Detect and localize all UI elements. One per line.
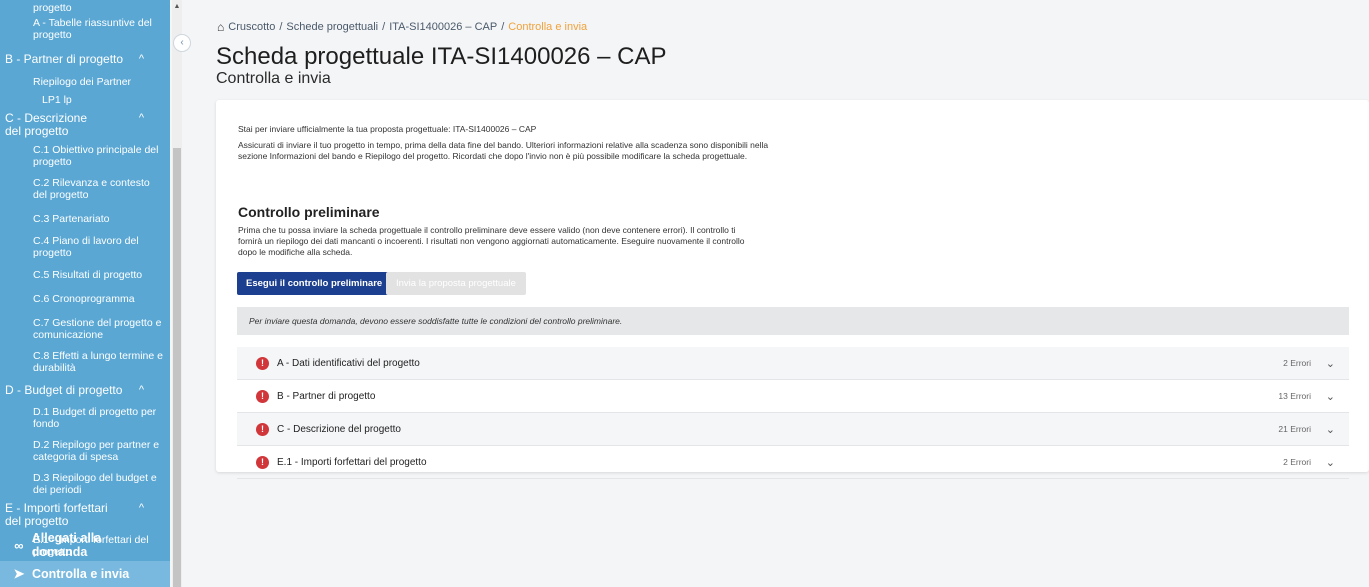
- accordion-item[interactable]: ! B - Partner di progetto 13 Errori ⌄: [237, 380, 1349, 413]
- sidebar-item-label: C.7 Gestione del progetto e comunicazion…: [33, 317, 162, 341]
- sidebar-item-label: C.1 Obiettivo principale del progetto: [33, 144, 159, 168]
- sidebar-item-label: A - Tabelle riassuntive del progetto: [33, 17, 152, 41]
- chevron-down-icon[interactable]: ⌄: [1326, 456, 1335, 469]
- breadcrumb: ⌂ Cruscotto / Schede progettuali / ITA-S…: [217, 20, 587, 34]
- sidebar-scrollbar[interactable]: ▲: [172, 0, 182, 587]
- accordion-title: E.1 - Importi forfettari del progetto: [277, 456, 427, 468]
- breadcrumb-home[interactable]: Cruscotto: [228, 21, 275, 33]
- sidebar-item[interactable]: LP1 lp: [0, 91, 170, 109]
- error-count: 2 Errori: [1283, 457, 1311, 467]
- chevron-left-icon[interactable]: ‹: [173, 34, 191, 52]
- chevron-up-icon[interactable]: ^: [139, 502, 164, 515]
- breadcrumb-scheda[interactable]: ITA-SI1400026 – CAP: [389, 21, 497, 33]
- error-icon: !: [256, 356, 269, 370]
- sidebar-item-label: C.3 Partenariato: [33, 213, 110, 225]
- sidebar-item-allegati[interactable]: ∞ Allegati alla domanda: [0, 531, 170, 559]
- sidebar-item-label: C.8 Effetti a lungo termine e durabilità: [33, 350, 163, 374]
- sidebar-section-label: D - Budget di progetto: [5, 383, 123, 397]
- sidebar-item-label: Riepilogo dei Partner: [33, 76, 132, 88]
- page-title: Scheda progettuale ITA-SI1400026 – CAP: [216, 43, 667, 70]
- page-subtitle: Controlla e invia: [216, 70, 331, 87]
- chevron-down-icon[interactable]: ⌄: [1326, 423, 1335, 436]
- deadline-info-text: Assicurati di inviare il tuo progetto in…: [238, 140, 769, 161]
- section-heading: Controllo preliminare: [238, 204, 380, 220]
- sidebar: progetto A - Tabelle riassuntive del pro…: [0, 0, 170, 587]
- error-count: 21 Errori: [1278, 424, 1311, 434]
- send-icon: ➤: [13, 566, 25, 581]
- chevron-up-icon[interactable]: ^: [139, 112, 164, 125]
- sidebar-section-label: B - Partner di progetto: [5, 52, 124, 66]
- accordion-title: A - Dati identificativi del progetto: [277, 357, 420, 369]
- sidebar-section-d[interactable]: D - Budget di progetto ^: [0, 381, 170, 400]
- sidebar-item-label: D.2 Riepilogo per partner e categoria di…: [33, 439, 160, 463]
- sidebar-section-label: C - Descrizione del progetto: [5, 111, 88, 138]
- breadcrumb-current: Controlla e invia: [508, 21, 588, 33]
- error-count: 2 Errori: [1283, 358, 1311, 368]
- sidebar-section-c[interactable]: C - Descrizione del progetto ^: [0, 109, 170, 141]
- sidebar-item[interactable]: C.2 Rilevanza e contesto del progetto: [0, 174, 170, 204]
- sidebar-item[interactable]: progetto: [0, 0, 170, 14]
- sidebar-item-label: C.2 Rilevanza e contesto del progetto: [33, 177, 150, 201]
- accordion-title: C - Descrizione del progetto: [277, 423, 401, 435]
- sidebar-item[interactable]: C.7 Gestione del progetto e comunicazion…: [0, 314, 170, 344]
- accordion-item[interactable]: ! E.1 - Importi forfettari del progetto …: [237, 446, 1349, 479]
- attachment-icon: ∞: [14, 537, 24, 553]
- accordion-item[interactable]: ! C - Descrizione del progetto 21 Errori…: [237, 413, 1349, 446]
- accordion-title: B - Partner di progetto: [277, 390, 376, 402]
- sidebar-item-label: C.4 Piano di lavoro del progetto: [33, 235, 139, 259]
- sidebar-item-label: D.1 Budget di progetto per fondo: [33, 406, 157, 430]
- sidebar-item-label: progetto: [33, 2, 72, 14]
- home-icon[interactable]: ⌂: [217, 20, 224, 34]
- sidebar-item-label: C.5 Risultati di progetto: [33, 269, 143, 281]
- sidebar-item[interactable]: C.6 Cronoprogramma: [0, 290, 170, 308]
- sidebar-item[interactable]: C.4 Piano di lavoro del progetto: [0, 232, 170, 262]
- sidebar-item-label: C.6 Cronoprogramma: [33, 293, 135, 305]
- sidebar-item[interactable]: C.8 Effetti a lungo termine e durabilità: [0, 347, 170, 377]
- app-root: progetto A - Tabelle riassuntive del pro…: [0, 0, 1369, 587]
- breadcrumb-separator: /: [501, 21, 505, 33]
- error-icon: !: [256, 455, 269, 469]
- sidebar-section-e[interactable]: E - Importi forfettari del progetto ^: [0, 499, 170, 531]
- sidebar-item-label: Allegati alla domanda: [31, 531, 102, 559]
- check-description: Prima che tu possa inviare la scheda pro…: [238, 225, 745, 257]
- sidebar-item-label: D.3 Riepilogo del budget e dei periodi: [33, 472, 157, 496]
- error-count: 13 Errori: [1278, 391, 1311, 401]
- error-icon: !: [256, 389, 269, 403]
- sidebar-item[interactable]: D.3 Riepilogo del budget e dei periodi: [0, 469, 170, 499]
- sidebar-item[interactable]: D.1 Budget di progetto per fondo: [0, 403, 170, 433]
- sidebar-item[interactable]: Riepilogo dei Partner: [0, 73, 170, 91]
- chevron-down-icon[interactable]: ⌄: [1326, 390, 1335, 403]
- sidebar-item-label: Controlla e invia: [32, 567, 130, 581]
- accordion-item[interactable]: ! A - Dati identificativi del progetto 2…: [237, 347, 1349, 380]
- sidebar-item[interactable]: C.1 Obiettivo principale del progetto: [0, 141, 170, 171]
- conditions-notice: Per inviare questa domanda, devono esser…: [237, 307, 1349, 335]
- sidebar-item[interactable]: A - Tabelle riassuntive del progetto: [0, 14, 170, 44]
- intro-text: Stai per inviare ufficialmente la tua pr…: [238, 124, 537, 134]
- chevron-down-icon[interactable]: ⌄: [1326, 357, 1335, 370]
- submit-card: Stai per inviare ufficialmente la tua pr…: [216, 100, 1369, 479]
- sidebar-item-controlla[interactable]: ➤ Controlla e invia: [0, 561, 170, 587]
- breadcrumb-schede[interactable]: Schede progettuali: [286, 21, 378, 33]
- sidebar-section-label: E - Importi forfettari del progetto: [5, 501, 108, 528]
- run-check-button[interactable]: Esegui il controllo preliminare: [237, 272, 392, 295]
- sidebar-item[interactable]: D.2 Riepilogo per partner e categoria di…: [0, 436, 170, 466]
- scroll-up-icon[interactable]: ▲: [172, 3, 182, 15]
- breadcrumb-separator: /: [279, 21, 283, 33]
- breadcrumb-separator: /: [382, 21, 386, 33]
- error-icon: !: [256, 422, 269, 436]
- submit-proposal-button[interactable]: Invia la proposta progettuale: [386, 272, 526, 295]
- chevron-up-icon[interactable]: ^: [139, 53, 164, 66]
- sidebar-item-label: LP1 lp: [42, 94, 72, 106]
- scrollbar-thumb[interactable]: [173, 148, 181, 587]
- sidebar-section-b[interactable]: B - Partner di progetto ^: [0, 50, 170, 69]
- sidebar-item[interactable]: C.5 Risultati di progetto: [0, 266, 170, 284]
- chevron-up-icon[interactable]: ^: [139, 384, 164, 397]
- sidebar-item[interactable]: C.3 Partenariato: [0, 210, 170, 228]
